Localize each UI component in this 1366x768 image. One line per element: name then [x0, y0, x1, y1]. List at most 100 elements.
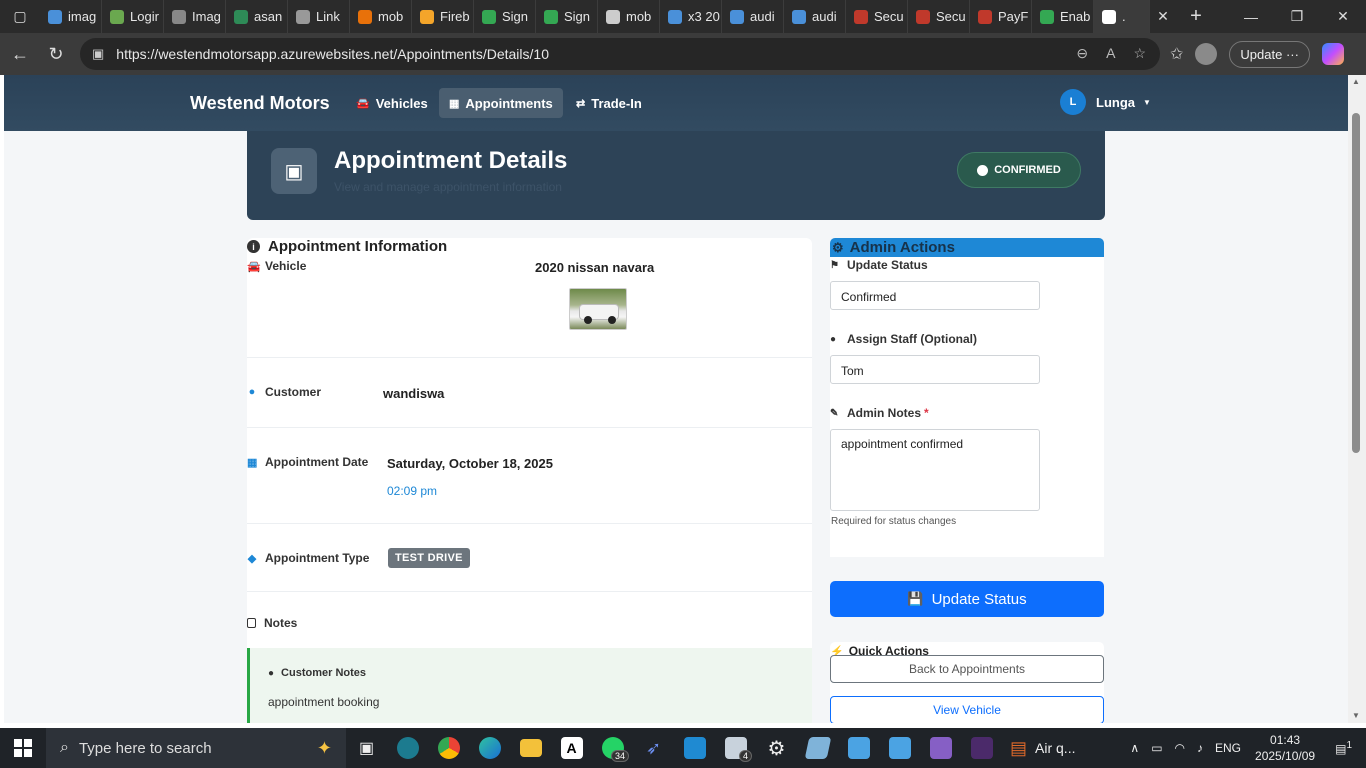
volume-icon[interactable]: ♪ [1197, 741, 1203, 755]
minimize-icon[interactable]: — [1228, 0, 1274, 33]
customer-row: ● Customer wandiswa [247, 358, 812, 428]
browser-tab[interactable]: Sign [474, 0, 536, 33]
settings-icon[interactable]: ⚙ [756, 728, 797, 768]
terminal-icon[interactable] [961, 728, 1002, 768]
browser-tab[interactable]: mob [350, 0, 412, 33]
browser-tab[interactable]: Imag [164, 0, 226, 33]
weather-widget[interactable]: ▤ Air q... [1010, 738, 1075, 759]
date-value: Saturday, October 18, 2025 [387, 456, 553, 471]
browser-tab[interactable]: imag [40, 0, 102, 33]
brand-link[interactable]: Westend Motors [190, 93, 330, 114]
scrollbar-thumb[interactable] [1352, 113, 1360, 453]
edge-icon[interactable] [469, 728, 510, 768]
status-select[interactable]: Confirmed [830, 281, 1040, 310]
profile-avatar[interactable] [1195, 43, 1218, 65]
status-label-text: Update Status [847, 258, 928, 272]
browser-tab[interactable]: Secu [846, 0, 908, 33]
admin-notes-label: ✎ Admin Notes * [830, 406, 929, 420]
tab-label: Sign [502, 9, 529, 24]
update-status-button[interactable]: 💾 Update Status [830, 581, 1104, 617]
clock[interactable]: 01:43 2025/10/09 [1255, 732, 1315, 764]
exchange-icon: ⇄ [576, 97, 586, 110]
workspaces-icon[interactable]: ▢ [0, 0, 40, 33]
browser-tab[interactable]: Enab [1032, 0, 1094, 33]
nav-vehicles[interactable]: 🚘 Vehicles [346, 88, 438, 118]
admin-notes-textarea[interactable]: appointment confirmed [830, 429, 1040, 511]
battery-icon[interactable]: ▭ [1151, 741, 1162, 755]
favorites-icon[interactable]: ✩ [1170, 44, 1183, 64]
site-navbar: Westend Motors 🚘 Vehicles ▦ Appointments ⇄… [4, 75, 1348, 131]
new-tab-button[interactable]: + [1176, 5, 1216, 28]
url-field[interactable]: ▣ https://westendmotorsapp.azurewebsites… [80, 38, 1160, 70]
page-title: Appointment Details [334, 147, 568, 174]
zoom-icon[interactable]: ⊖ [1076, 45, 1088, 62]
browser-update-button[interactable]: Update ··· [1229, 40, 1310, 68]
visual-studio-icon[interactable] [920, 728, 961, 768]
mail-badge: 4 [738, 750, 752, 762]
browser-tab[interactable]: audi [722, 0, 784, 33]
wifi-icon[interactable]: ◠ [1175, 741, 1185, 755]
file-explorer-icon[interactable] [510, 728, 551, 768]
copilot-icon[interactable] [1321, 43, 1344, 65]
browser-tab[interactable]: Link [288, 0, 350, 33]
chrome-icon[interactable] [428, 728, 469, 768]
favorite-star-icon[interactable]: ☆ [1133, 45, 1146, 62]
back-to-appointments-button[interactable]: Back to Appointments [830, 655, 1104, 683]
browser-tab[interactable]: Logir [102, 0, 164, 33]
back-icon[interactable]: ← [2, 44, 38, 65]
page-scrollbar[interactable]: ▲ ▼ [1348, 75, 1366, 723]
bird-app-icon[interactable]: ➶ [633, 728, 674, 768]
browser-tab-bar: ▢ imag Logir Imag asan Link mob Fireb Sign Sign m… [0, 0, 1366, 33]
browser-tab[interactable]: asan [226, 0, 288, 33]
vehicle-value[interactable]: 2020 nissan navara [535, 260, 654, 275]
azure-storage-icon[interactable] [838, 728, 879, 768]
browser-tab[interactable]: x3 20 [660, 0, 722, 33]
browser-tab[interactable]: PayF [970, 0, 1032, 33]
user-menu[interactable]: L Lunga ▼ [1060, 89, 1151, 115]
task-view-icon[interactable]: ▣ [346, 728, 387, 768]
admin-title-text: Admin Actions [849, 239, 955, 256]
tag-icon: ◆ [247, 552, 257, 565]
tab-favicon-icon [358, 9, 372, 24]
type-badge: TEST DRIVE [388, 548, 470, 568]
close-window-icon[interactable]: ✕ [1320, 0, 1366, 33]
mail-icon[interactable]: 4 [715, 728, 756, 768]
restore-icon[interactable]: ❐ [1274, 0, 1320, 33]
azure-storage-2-icon[interactable] [879, 728, 920, 768]
notifications-icon[interactable]: ▤1 [1335, 740, 1352, 756]
staff-select[interactable]: Tom [830, 355, 1040, 384]
browser-tab[interactable]: Fireb [412, 0, 474, 33]
azure-data-studio-icon[interactable] [797, 728, 838, 768]
tab-favicon-icon [978, 9, 992, 24]
browser-tab[interactable]: Sign [536, 0, 598, 33]
chevron-up-icon[interactable]: ∧ [1130, 741, 1139, 755]
whatsapp-icon[interactable]: 34 [592, 728, 633, 768]
tab-active[interactable]: . [1094, 0, 1150, 33]
edit-icon: ✎ [830, 407, 839, 419]
read-aloud-icon[interactable]: A [1106, 45, 1115, 62]
site-info-icon[interactable]: ▣ [92, 46, 104, 62]
refresh-icon[interactable]: ↻ [38, 44, 74, 65]
app-a-icon[interactable]: A [551, 728, 592, 768]
tab-label: asan [254, 9, 283, 24]
edge-dev-icon[interactable] [387, 728, 428, 768]
tab-label: Fireb [440, 9, 470, 24]
view-vehicle-button[interactable]: View Vehicle [830, 696, 1104, 723]
close-tab-icon[interactable]: ✕ [1150, 8, 1176, 25]
vehicle-thumbnail[interactable] [569, 288, 627, 330]
nav-appointments[interactable]: ▦ Appointments [439, 88, 563, 118]
nav-appointments-label: Appointments [465, 95, 553, 111]
customer-notes-label-text: Customer Notes [281, 667, 367, 679]
language-indicator[interactable]: ENG [1215, 741, 1241, 755]
browser-tab[interactable]: audi [784, 0, 846, 33]
browser-tab[interactable]: Secu [908, 0, 970, 33]
taskbar-search[interactable]: ⌕ Type here to search ✦ [46, 728, 346, 768]
start-button[interactable] [0, 739, 46, 757]
car-icon: 🚘 [356, 97, 370, 110]
nav-tradein[interactable]: ⇄ Trade-In [566, 88, 652, 118]
caret-down-icon: ▼ [1143, 97, 1151, 107]
vscode-icon[interactable] [674, 728, 715, 768]
scroll-down-icon[interactable]: ▼ [1352, 711, 1360, 720]
browser-tab[interactable]: mob [598, 0, 660, 33]
scroll-up-icon[interactable]: ▲ [1352, 77, 1360, 86]
